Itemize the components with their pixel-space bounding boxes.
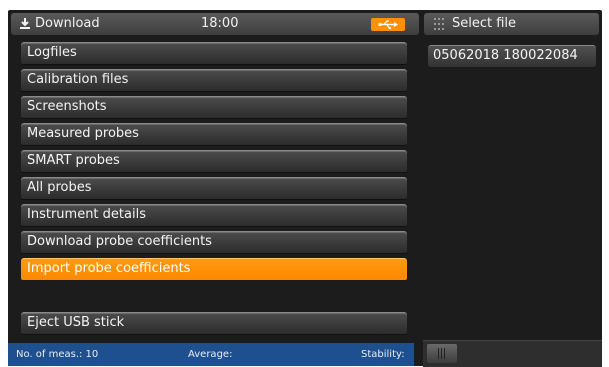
download-icon: [20, 18, 30, 29]
menu-item-label: Download probe coefficients: [27, 234, 212, 249]
menu-item-label: Screenshots: [27, 99, 107, 114]
eject-usb-label: Eject USB stick: [27, 315, 125, 330]
menu-item-label: Measured probes: [27, 126, 139, 141]
usb-icon: [378, 20, 398, 30]
page-title: Download: [35, 16, 100, 31]
menu-item-download-probe-coefficients[interactable]: Download probe coefficients: [21, 231, 407, 253]
eject-usb-button[interactable]: Eject USB stick: [21, 312, 407, 334]
menu-item-label: Calibration files: [27, 72, 129, 87]
menu-item-screenshots[interactable]: Screenshots: [21, 96, 407, 118]
average-label: Average:: [188, 349, 233, 360]
menu-item-instrument-details[interactable]: Instrument details: [21, 204, 407, 226]
select-file-header: Select file: [424, 13, 599, 35]
measurement-count: No. of meas.: 10: [16, 349, 99, 360]
download-screen: Download 18:00 Select file Logfiles Cali…: [8, 10, 602, 367]
file-list-scrollbar: [423, 340, 602, 367]
stability-label: Stability:: [361, 349, 405, 360]
select-file-title: Select file: [452, 16, 517, 31]
menu-item-all-probes[interactable]: All probes: [21, 177, 407, 199]
menu-item-import-probe-coefficients[interactable]: Import probe coefficients: [21, 258, 407, 280]
clock: 18:00: [201, 16, 239, 31]
menu-item-label: All probes: [27, 180, 92, 195]
menu-item-calibration-files[interactable]: Calibration files: [21, 69, 407, 91]
menu-item-label: SMART probes: [27, 153, 120, 168]
usb-status-badge: [371, 18, 405, 31]
scroll-thumb[interactable]: [427, 344, 457, 363]
grip-icon: [434, 18, 444, 30]
menu-item-smart-probes[interactable]: SMART probes: [21, 150, 407, 172]
menu-item-logfiles[interactable]: Logfiles: [21, 42, 407, 64]
menu-item-label: Import probe coefficients: [27, 261, 191, 276]
menu-item-label: Instrument details: [27, 207, 146, 222]
file-name: 05062018 180022084: [433, 48, 578, 63]
status-bar: No. of meas.: 10 Average: Stability:: [8, 343, 414, 366]
menu-item-measured-probes[interactable]: Measured probes: [21, 123, 407, 145]
menu-item-label: Logfiles: [27, 45, 77, 60]
header-bar: Download 18:00: [11, 13, 419, 35]
file-list-item[interactable]: 05062018 180022084: [428, 45, 596, 67]
